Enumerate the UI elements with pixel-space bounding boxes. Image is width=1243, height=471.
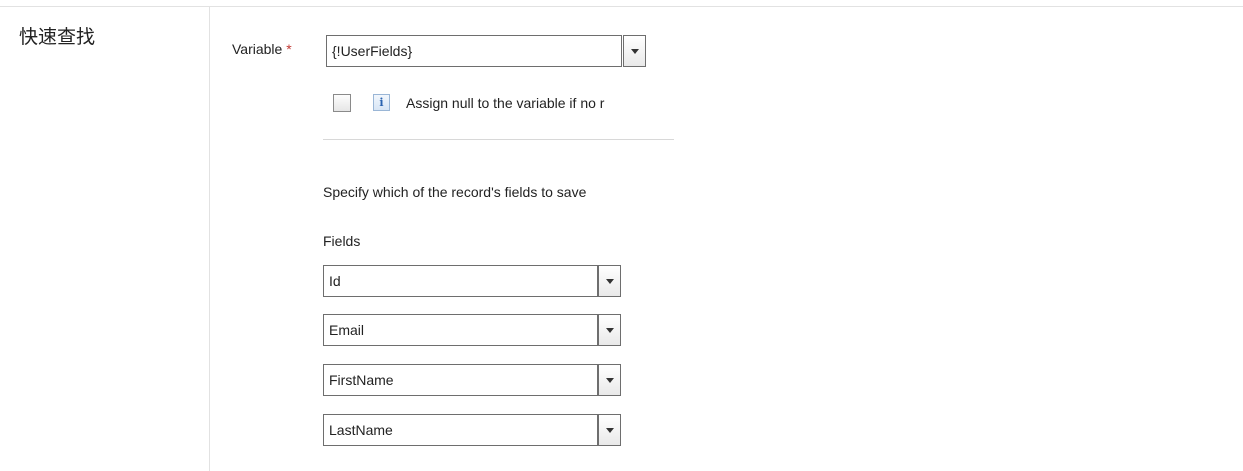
required-mark: * (286, 41, 292, 57)
panel-column-divider (209, 6, 210, 471)
section-divider (323, 139, 674, 140)
field-dropdown-button[interactable] (598, 414, 621, 446)
panel-top-border (0, 6, 1243, 7)
field-input[interactable]: LastName (323, 414, 598, 446)
specify-fields-text: Specify which of the record's fields to … (323, 184, 587, 200)
info-icon[interactable]: i (373, 94, 390, 111)
section-title: 快速查找 (19, 26, 96, 48)
variable-label: Variable * (232, 41, 292, 57)
fields-label: Fields (323, 233, 361, 249)
assign-null-label: Assign null to the variable if no r (406, 95, 605, 111)
field-dropdown-button[interactable] (598, 265, 621, 297)
variable-input[interactable]: {!UserFields} (326, 35, 622, 67)
assign-null-checkbox[interactable] (333, 94, 351, 112)
field-input[interactable]: Email (323, 314, 598, 346)
variable-label-text: Variable (232, 41, 283, 57)
chevron-down-icon (630, 48, 639, 54)
variable-dropdown-button[interactable] (623, 35, 646, 67)
chevron-down-icon (605, 427, 614, 433)
field-dropdown-button[interactable] (598, 314, 621, 346)
chevron-down-icon (605, 327, 614, 333)
field-input[interactable]: Id (323, 265, 598, 297)
field-input[interactable]: FirstName (323, 364, 598, 396)
chevron-down-icon (605, 278, 614, 284)
chevron-down-icon (605, 377, 614, 383)
field-dropdown-button[interactable] (598, 364, 621, 396)
